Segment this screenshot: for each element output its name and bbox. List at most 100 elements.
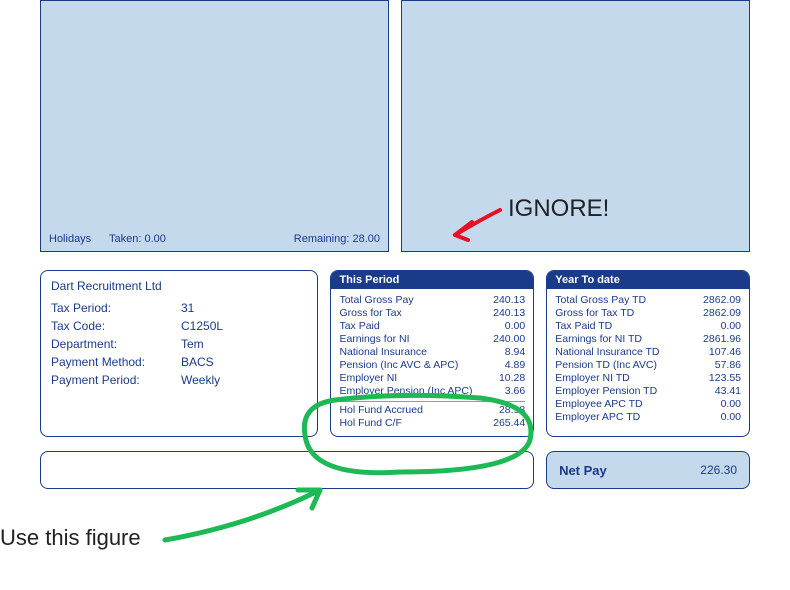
info-label: Department:: [51, 337, 181, 351]
line-item: Employer NI 10.28: [339, 372, 525, 384]
empty-box: [40, 451, 534, 489]
holidays-label: Holidays: [49, 233, 109, 245]
line-value: 57.86: [715, 359, 741, 371]
line-item: Hol Fund C/F 265.44: [339, 417, 525, 429]
holidays-remaining: Remaining: 28.00: [294, 233, 380, 245]
line-item: Earnings for NI TD 2861.96: [555, 333, 741, 345]
info-value: Weekly: [181, 373, 220, 387]
info-label: Tax Code:: [51, 319, 181, 333]
net-pay-box: Net Pay 226.30: [546, 451, 750, 489]
line-item: Employer APC TD 0.00: [555, 411, 741, 423]
remaining-label: Remaining:: [294, 233, 350, 245]
line-value: 10.28: [499, 372, 525, 384]
line-label: Gross for Tax: [339, 307, 401, 319]
info-row: Payment Period:Weekly: [51, 373, 307, 387]
line-item: Employee APC TD 0.00: [555, 398, 741, 410]
line-label: Hol Fund C/F: [339, 417, 401, 429]
info-value: 31: [181, 301, 194, 315]
line-value: 240.00: [493, 333, 525, 345]
line-label: Employee APC TD: [555, 398, 642, 410]
this-period-body: Total Gross Pay 240.13 Gross for Tax 240.1…: [331, 289, 533, 436]
line-item: Total Gross Pay 240.13: [339, 294, 525, 306]
year-to-date-box: Year To date Total Gross Pay TD 2862.09 G…: [546, 270, 750, 437]
line-label: Tax Paid TD: [555, 320, 612, 332]
line-label: Employer Pension (Inc APC): [339, 385, 472, 397]
taken-label: Taken:: [109, 233, 141, 245]
line-label: Hol Fund Accrued: [339, 404, 422, 416]
line-item: Gross for Tax TD 2862.09: [555, 307, 741, 319]
divider: [339, 401, 525, 402]
line-item: Gross for Tax 240.13: [339, 307, 525, 319]
line-item: National Insurance 8.94: [339, 346, 525, 358]
line-label: Pension TD (Inc AVC): [555, 359, 657, 371]
info-value: BACS: [181, 355, 214, 369]
this-period-header: This Period: [331, 271, 533, 289]
annotation-use-text: Use this figure: [0, 525, 141, 551]
line-value: 2862.09: [703, 307, 741, 319]
line-item: Total Gross Pay TD 2862.09: [555, 294, 741, 306]
line-value: 0.00: [721, 411, 741, 423]
line-label: Total Gross Pay: [339, 294, 413, 306]
line-item: Earnings for NI 240.00: [339, 333, 525, 345]
line-value: 43.41: [715, 385, 741, 397]
annotation-ignore-text: IGNORE!: [508, 195, 609, 223]
line-value: 265.44: [493, 417, 525, 429]
holidays-taken: Taken: 0.00: [109, 233, 166, 245]
line-value: 107.46: [709, 346, 741, 358]
ytd-header: Year To date: [547, 271, 749, 289]
info-label: Tax Period:: [51, 301, 181, 315]
line-value: 4.89: [505, 359, 525, 371]
remaining-value: 28.00: [352, 233, 380, 245]
line-label: Employer Pension TD: [555, 385, 657, 397]
line-label: Employer APC TD: [555, 411, 640, 423]
line-value: 0.00: [505, 320, 525, 332]
net-pay-value: 226.30: [700, 463, 737, 477]
line-value: 0.00: [721, 320, 741, 332]
info-value: Tem: [181, 337, 204, 351]
holidays-row: Holidays Taken: 0.00 Remaining: 28.00: [49, 233, 380, 245]
info-label: Payment Period:: [51, 373, 181, 387]
line-item: Tax Paid 0.00: [339, 320, 525, 332]
info-row: Tax Period:31: [51, 301, 307, 315]
line-value: 3.66: [505, 385, 525, 397]
info-value: C1250L: [181, 319, 223, 333]
info-label: Payment Method:: [51, 355, 181, 369]
taken-value: 0.00: [144, 233, 165, 245]
line-label: National Insurance: [339, 346, 427, 358]
line-value: 123.55: [709, 372, 741, 384]
line-label: Earnings for NI TD: [555, 333, 642, 345]
top-panel-left: Holidays Taken: 0.00 Remaining: 28.00: [40, 0, 389, 252]
line-item: Employer Pension (Inc APC) 3.66: [339, 385, 525, 397]
employer-info-box: Dart Recruitment Ltd Tax Period:31 Tax C…: [40, 270, 318, 437]
line-item: Tax Paid TD 0.00: [555, 320, 741, 332]
line-label: Employer NI TD: [555, 372, 630, 384]
line-item: Employer Pension TD 43.41: [555, 385, 741, 397]
net-pay-label: Net Pay: [559, 463, 607, 478]
line-value: 0.00: [721, 398, 741, 410]
line-label: Pension (Inc AVC & APC): [339, 359, 458, 371]
line-item: Pension TD (Inc AVC) 57.86: [555, 359, 741, 371]
company-name: Dart Recruitment Ltd: [51, 279, 307, 293]
line-value: 240.13: [493, 307, 525, 319]
line-value: 8.94: [505, 346, 525, 358]
line-value: 2861.96: [703, 333, 741, 345]
info-row: Tax Code:C1250L: [51, 319, 307, 333]
line-label: National Insurance TD: [555, 346, 659, 358]
line-value: 28.98: [499, 404, 525, 416]
ytd-body: Total Gross Pay TD 2862.09 Gross for Tax …: [547, 289, 749, 430]
line-item: Pension (Inc AVC & APC) 4.89: [339, 359, 525, 371]
line-label: Tax Paid: [339, 320, 379, 332]
info-row: Payment Method:BACS: [51, 355, 307, 369]
this-period-box: This Period Total Gross Pay 240.13 Gross …: [330, 270, 534, 437]
green-arrow-icon: [165, 490, 320, 540]
line-label: Earnings for NI: [339, 333, 409, 345]
line-value: 2862.09: [703, 294, 741, 306]
line-value: 240.13: [493, 294, 525, 306]
line-item: National Insurance TD 107.46: [555, 346, 741, 358]
line-item: Employer NI TD 123.55: [555, 372, 741, 384]
line-item: Hol Fund Accrued 28.98: [339, 404, 525, 416]
line-label: Employer NI: [339, 372, 397, 384]
info-row: Department:Tem: [51, 337, 307, 351]
line-label: Gross for Tax TD: [555, 307, 634, 319]
line-label: Total Gross Pay TD: [555, 294, 646, 306]
